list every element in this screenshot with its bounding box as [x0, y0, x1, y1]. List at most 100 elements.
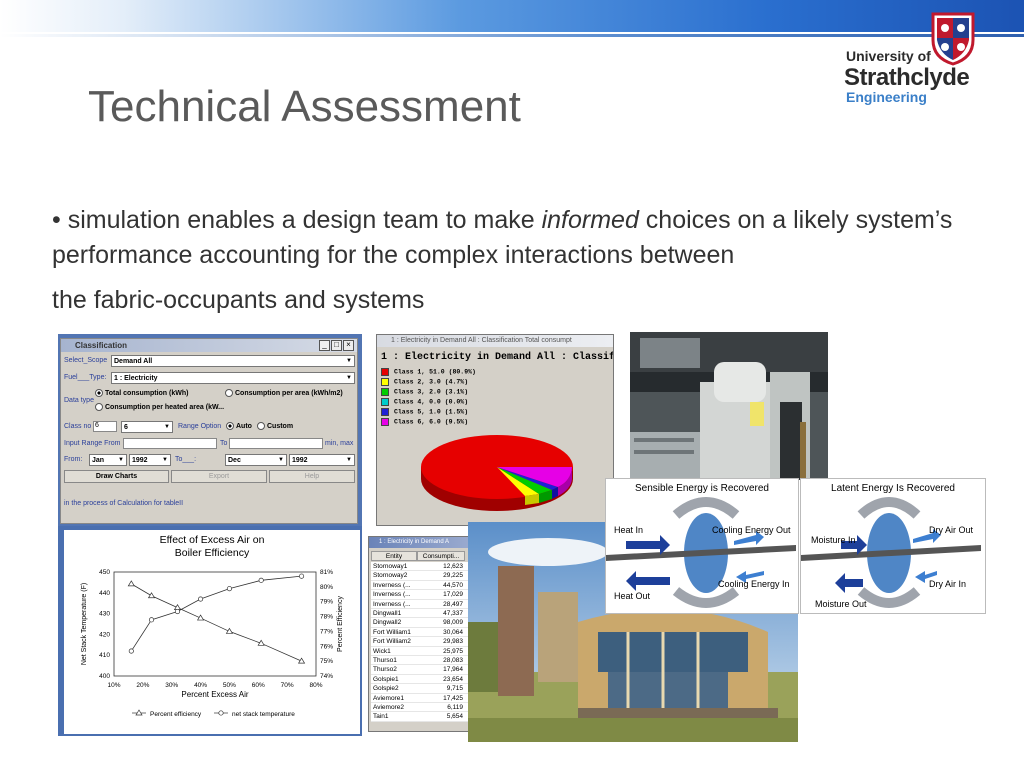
fuel-type-dropdown[interactable]: 1 : Electricity — [111, 372, 355, 384]
range-to-label: To — [220, 440, 228, 447]
y-right-tick-label: 78% — [320, 614, 333, 621]
cell-consumption: 17,425 — [443, 694, 463, 702]
cell-entity: Aviemore2 — [373, 704, 404, 711]
classification-titlebar: Classification _ □ × — [61, 339, 357, 352]
cell-entity: Thurso1 — [373, 657, 397, 664]
table-row[interactable]: Golspie1 23,654 — [371, 674, 469, 685]
cell-entity: Dingwall1 — [373, 610, 402, 617]
option-per-area-label: Consumption per area (kWh/m2) — [235, 389, 343, 397]
cell-entity: Inverness (... — [373, 581, 411, 589]
help-button[interactable]: Help — [269, 470, 355, 483]
table-row[interactable]: Thurso1 28,083 — [371, 656, 469, 666]
pie-chart-window: 1 : Electricity in Demand All : Classifi… — [376, 334, 614, 526]
series-1-point — [225, 627, 234, 634]
cell-entity: Golspie2 — [373, 685, 399, 693]
body-emphasis: informed — [541, 206, 639, 234]
plot-frame — [113, 571, 317, 677]
minimize-icon[interactable]: _ — [319, 340, 330, 351]
option-per-heated-area[interactable]: Consumption per heated area (kW... — [95, 403, 224, 411]
class-no-label: Class no — [64, 423, 92, 430]
series-2-point — [174, 608, 181, 615]
range-from-input[interactable] — [123, 438, 217, 449]
table-row[interactable]: Wick1 25,975 — [371, 646, 469, 656]
from-year-dropdown[interactable]: 1992 — [129, 454, 171, 466]
cell-consumption: 17,029 — [443, 591, 463, 599]
series-1-point — [127, 580, 135, 587]
cooling-in-label: Cooling Energy In — [718, 579, 790, 589]
radio-selected-icon — [95, 389, 103, 397]
column-header-entity[interactable]: Entity — [371, 551, 417, 561]
range-to-input[interactable] — [229, 438, 323, 449]
class-no-dropdown[interactable]: 6 — [121, 421, 173, 433]
x-axis-label: Percent Excess Air — [181, 690, 248, 699]
to-year-dropdown[interactable]: 1992 — [289, 454, 355, 466]
close-icon[interactable]: × — [343, 340, 354, 351]
legend-marker-2 — [218, 710, 224, 716]
option-custom-label: Custom — [267, 422, 294, 430]
y-left-tick-label: 410 — [99, 652, 110, 659]
series-2-point — [299, 573, 305, 579]
to-month-dropdown[interactable]: Dec — [225, 454, 287, 466]
option-per-heated-label: Consumption per heated area (kW... — [105, 403, 225, 411]
y-left-tick-label: 450 — [99, 569, 110, 576]
cell-entity: Fort William1 — [373, 628, 411, 636]
logo-line1: University of — [846, 48, 931, 64]
cell-consumption: 17,964 — [443, 666, 463, 674]
slide-body: • simulation enables a design team to ma… — [52, 203, 982, 318]
y-right-tick-label: 79% — [320, 599, 333, 606]
legend-label: Class 1, 51.0 (80.9%) — [394, 368, 476, 376]
series-line-1 — [131, 583, 302, 662]
range-option-label: Range Option — [178, 423, 222, 430]
select-scope-dropdown[interactable]: Demand All — [111, 355, 355, 367]
heat-in-label: Heat In — [614, 525, 644, 535]
column-header-consumption[interactable]: Consumpti... — [417, 551, 465, 561]
cell-entity: Stornoway2 — [373, 572, 408, 580]
pie-legend-item: Class 5, 1.0 (1.5%) — [381, 408, 468, 416]
slide-title: Technical Assessment — [88, 82, 521, 131]
export-button[interactable]: Export — [171, 470, 267, 483]
table-row[interactable]: Dingwall2 98,009 — [371, 618, 469, 628]
dry-air-in-label: Dry Air In — [929, 579, 967, 589]
cell-consumption: 5,654 — [446, 713, 463, 721]
legend-swatch — [381, 398, 389, 406]
table-row[interactable]: Aviemore2 6,119 — [371, 703, 469, 713]
option-total-consumption[interactable]: Total consumption (kWh) — [95, 389, 188, 397]
class-no-input[interactable]: 6 — [93, 421, 117, 432]
legend-label-1: Percent efficiency — [150, 711, 202, 718]
table-row[interactable]: Golspie2 9,715 — [371, 684, 469, 694]
y-right-tick-label: 80% — [320, 584, 333, 591]
table-row[interactable]: Inverness (... 44,570 — [371, 580, 469, 591]
moisture-out-label: Moisture Out — [815, 599, 867, 609]
y-left-tick-label: 430 — [99, 611, 110, 618]
option-auto[interactable]: Auto — [226, 422, 252, 430]
series-line-2 — [130, 575, 302, 652]
maximize-icon[interactable]: □ — [331, 340, 342, 351]
y-left-tick-label: 420 — [99, 631, 110, 638]
table-row[interactable]: Aviemore1 17,425 — [371, 693, 469, 703]
cell-entity: Thurso2 — [373, 666, 397, 674]
pie-legend-item: Class 3, 2.0 (3.1%) — [381, 388, 468, 396]
table-row[interactable]: Inverness (... 28,497 — [371, 599, 469, 609]
table-row[interactable]: Stornoway1 12,623 — [371, 562, 469, 572]
table-row[interactable]: Tain1 5,654 — [371, 712, 469, 722]
radio-icon — [225, 389, 233, 397]
table-row[interactable]: Fort William1 30,064 — [371, 627, 469, 638]
table-row[interactable]: Stornoway2 29,225 — [371, 571, 469, 581]
table-row[interactable]: Fort William2 29,983 — [371, 637, 469, 647]
option-custom[interactable]: Custom — [257, 422, 293, 430]
cell-entity: Dingwall2 — [373, 619, 402, 627]
status-text: in the process of Calculation for tableI… — [64, 500, 184, 507]
data-type-label: Data type — [64, 397, 94, 404]
cell-consumption: 98,009 — [443, 619, 463, 627]
legend-label: Class 3, 2.0 (3.1%) — [394, 388, 469, 396]
cell-consumption: 12,623 — [443, 563, 463, 570]
cell-entity: Golspie1 — [373, 675, 399, 683]
y-right-tick-label: 81% — [320, 569, 333, 576]
table-row[interactable]: Inverness (... 17,029 — [371, 590, 469, 600]
option-per-area[interactable]: Consumption per area (kWh/m2) — [225, 389, 343, 397]
table-row[interactable]: Thurso2 17,964 — [371, 665, 469, 675]
table-window-title: 1 : Electricity in Demand A — [369, 537, 469, 548]
draw-charts-button[interactable]: Draw Charts — [64, 470, 169, 483]
table-row[interactable]: Dingwall1 47,337 — [371, 609, 469, 619]
from-month-dropdown[interactable]: Jan — [89, 454, 127, 466]
